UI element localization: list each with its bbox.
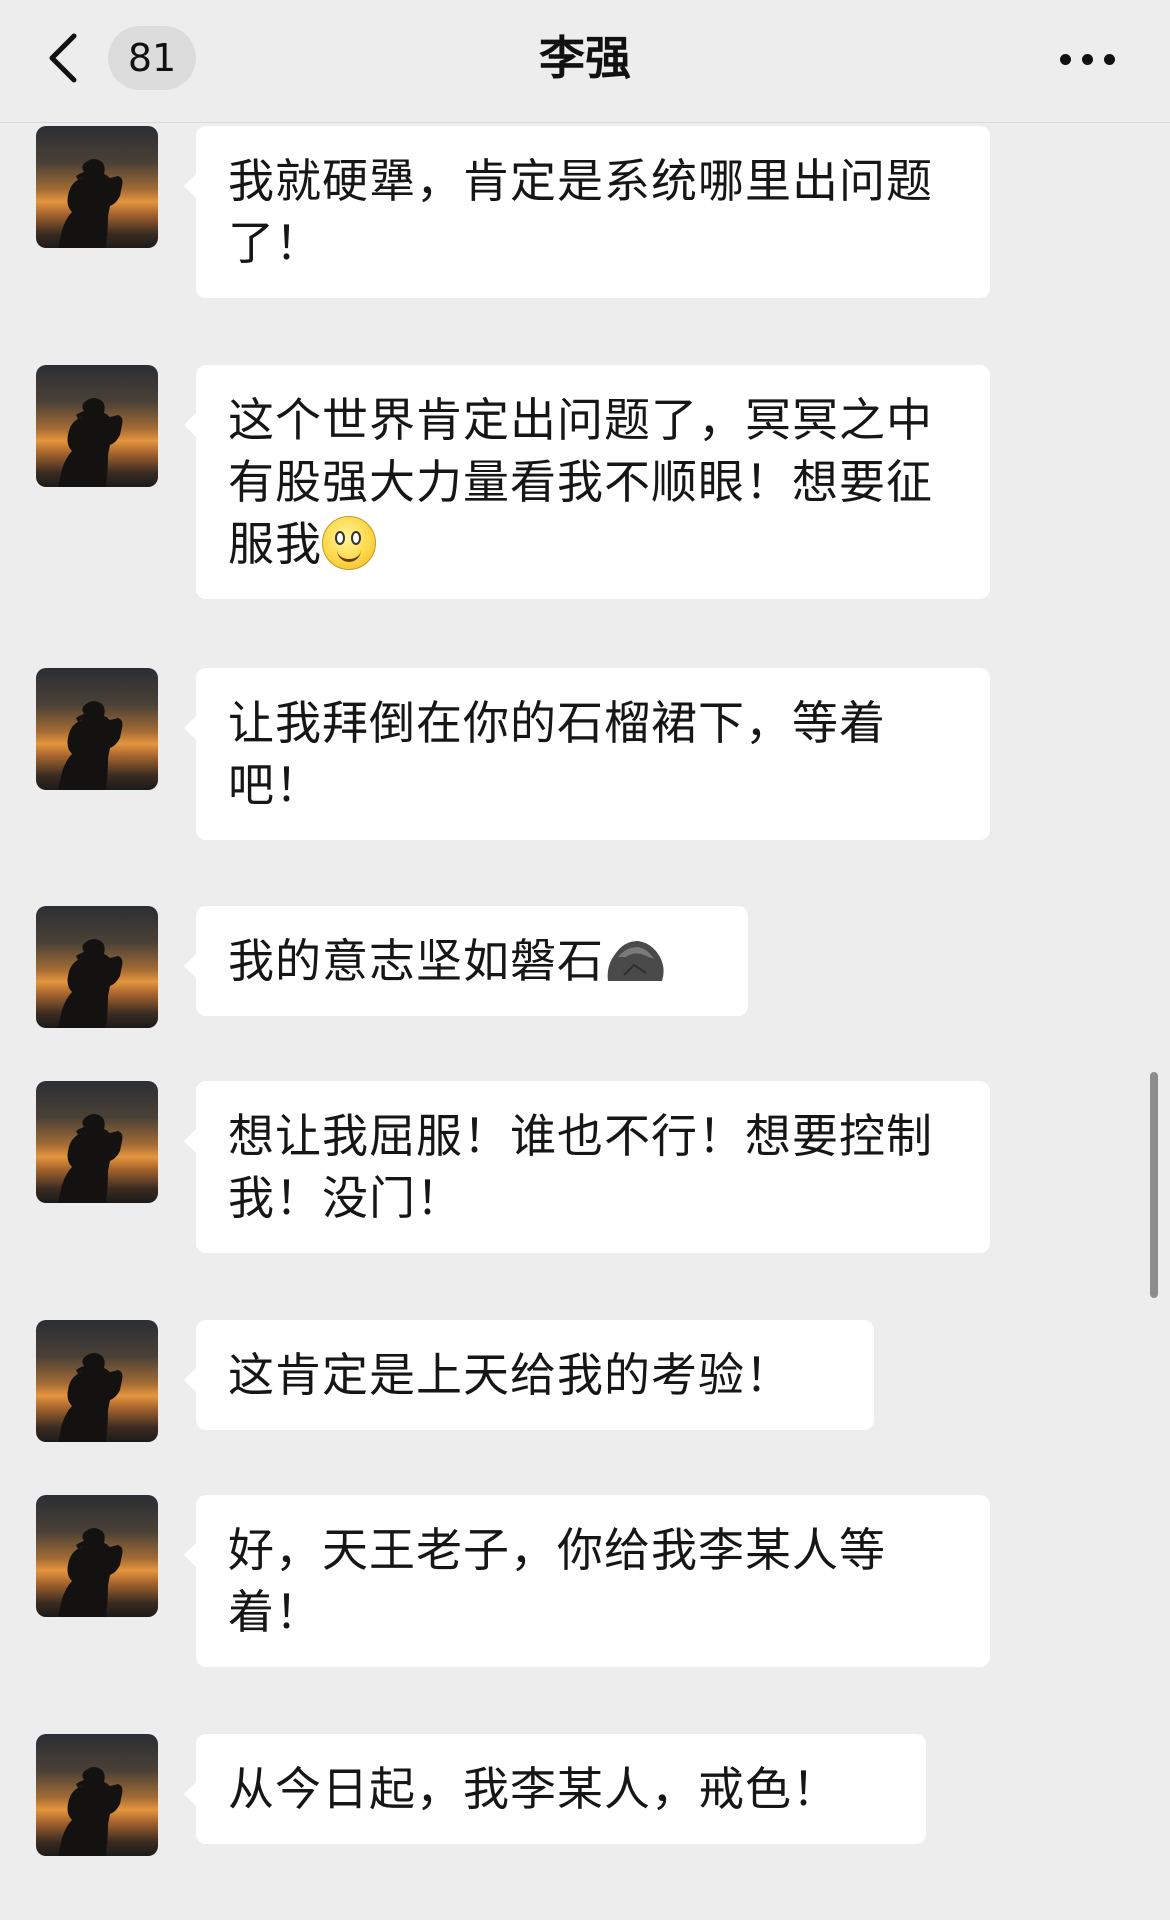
message-text: 我的意志坚如磐石 [228, 934, 604, 988]
avatar[interactable] [36, 126, 158, 248]
message-bubble[interactable]: 这肯定是上天给我的考验！ [184, 1320, 874, 1430]
dot [1082, 54, 1093, 65]
avatar[interactable] [36, 1320, 158, 1442]
avatar[interactable] [36, 906, 158, 1028]
scrollbar[interactable] [1150, 1072, 1158, 1298]
more-dots-icon[interactable] [1058, 40, 1118, 76]
avatar[interactable] [36, 1495, 158, 1617]
silhouette-image [58, 159, 123, 248]
avatar[interactable] [36, 365, 158, 487]
message-bubble[interactable]: 这个世界肯定出问题了，冥冥之中有股强大力量看我不顺眼！想要征服我 [184, 365, 990, 599]
dot [1104, 54, 1115, 65]
silhouette-image [58, 1528, 123, 1617]
avatar[interactable] [36, 1734, 158, 1856]
silhouette-image [58, 398, 123, 487]
navigation-bar: 81 李强 [0, 0, 1170, 123]
message-bubble[interactable]: 我就硬犟，肯定是系统哪里出问题了！ [184, 126, 990, 298]
message-bubble[interactable]: 想让我屈服！谁也不行！想要控制我！没门！ [184, 1081, 990, 1253]
avatar[interactable] [36, 668, 158, 790]
message-bubble[interactable]: 好，天王老子，你给我李某人等着！ [184, 1495, 990, 1667]
unread-count-badge[interactable]: 81 [108, 26, 196, 90]
message-bubble[interactable]: 让我拜倒在你的石榴裙下，等着吧！ [184, 668, 990, 840]
smile-emoji-icon [322, 516, 376, 570]
silhouette-image [58, 701, 123, 790]
avatar[interactable] [36, 1081, 158, 1203]
message-bubble[interactable]: 从今日起，我李某人，戒色！ [184, 1734, 926, 1844]
rock-emoji-icon [604, 935, 666, 985]
silhouette-image [58, 1114, 123, 1203]
silhouette-image [58, 1353, 123, 1442]
silhouette-image [58, 939, 123, 1028]
silhouette-image [58, 1767, 123, 1856]
dot [1060, 54, 1071, 65]
chevron-left-icon[interactable] [44, 28, 84, 88]
message-bubble[interactable]: 我的意志坚如磐石 [184, 906, 748, 1016]
